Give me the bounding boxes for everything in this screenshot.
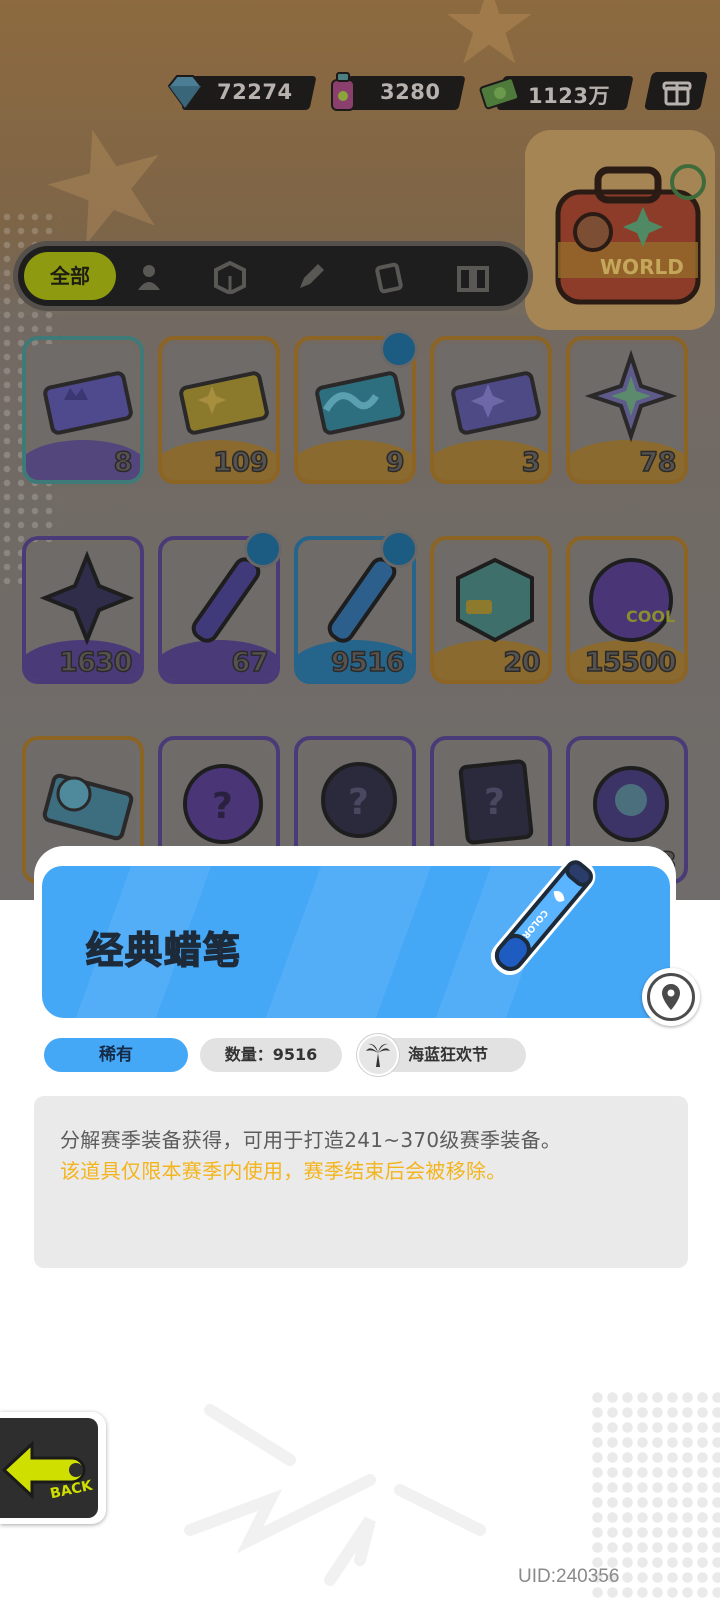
cash-icon	[479, 77, 520, 110]
currency-spray[interactable]: 3280	[322, 72, 472, 111]
item-cell[interactable]: 109	[158, 336, 280, 484]
item-count: 9	[385, 446, 405, 479]
item-count: 9516	[330, 646, 405, 679]
item-count: 8	[113, 446, 133, 479]
inventory-backdrop: ★ ★ 72274 3280 1123万 WORLD 全部 8 109 9 3 …	[0, 0, 720, 900]
spray-count: 3280	[380, 80, 441, 104]
fish-orb-icon	[593, 766, 669, 842]
palm-tree-icon	[366, 1043, 390, 1067]
item-count: 3	[521, 446, 541, 479]
tab-all[interactable]: 全部	[24, 252, 116, 300]
dark-star-icon	[40, 550, 134, 646]
svg-text:?: ?	[348, 782, 369, 823]
fish-ticket-icon	[42, 773, 134, 841]
locate-button[interactable]	[642, 968, 700, 1026]
item-cell[interactable]: 78	[566, 336, 688, 484]
card-icon[interactable]	[374, 260, 408, 294]
cube-icon	[456, 557, 534, 643]
cool-sphere-icon: COOL	[589, 558, 675, 642]
user-id: UID:240356	[518, 1566, 620, 1587]
svg-text:WORLD: WORLD	[600, 255, 684, 279]
diamond-count: 72274	[217, 80, 293, 104]
mystery-egg-icon: ?	[183, 764, 263, 844]
mystery-card-icon: ?	[458, 759, 534, 845]
item-count: 1630	[58, 646, 133, 679]
event-badge-icon-frame	[357, 1034, 399, 1076]
cash-count: 1123万	[528, 84, 610, 108]
event-tag-icon	[244, 530, 282, 568]
map-pin-icon	[662, 984, 680, 1010]
rarity-badge: 稀有	[44, 1038, 188, 1072]
event-tag-icon	[380, 530, 418, 568]
item-count: 109	[212, 446, 269, 479]
blue-crayon-icon: COLOR	[490, 857, 596, 976]
spray-can-icon	[331, 72, 355, 111]
person-icon[interactable]	[132, 260, 166, 294]
purple-ticket-icon	[43, 371, 133, 435]
gift-icon	[662, 81, 692, 106]
star-ticket-icon	[451, 371, 541, 435]
mystery-deity-icon: ?	[321, 762, 397, 838]
item-cell[interactable]: COOL 15500	[566, 536, 688, 684]
box-icon[interactable]	[213, 260, 247, 294]
item-count: 20	[503, 646, 542, 679]
diamond-icon	[167, 75, 203, 110]
item-cell[interactable]: 8	[22, 336, 144, 484]
gold-ticket-icon	[179, 371, 269, 435]
item-cell[interactable]: 20	[430, 536, 552, 684]
backpack-icon: WORLD	[555, 164, 706, 305]
svg-text:?: ?	[484, 782, 505, 823]
item-expiry-warning: 该道具仅限本赛季内使用，赛季结束后会被移除。	[60, 1159, 507, 1183]
back-button-face[interactable]: BACK	[0, 1418, 98, 1518]
book-icon[interactable]	[456, 260, 490, 294]
rainbow-star-icon	[584, 350, 678, 443]
svg-text:COOL: COOL	[626, 607, 675, 626]
item-title: 经典蜡笔	[85, 928, 242, 973]
item-cell[interactable]: 1630	[22, 536, 144, 684]
pen-icon[interactable]	[294, 260, 328, 294]
bg-star-decoration: ★	[440, 0, 539, 89]
item-count: 67	[231, 646, 270, 679]
quantity-badge: 数量：9516	[200, 1038, 342, 1072]
item-description: 分解赛季装备获得，可用于打造241~370级赛季装备。	[60, 1128, 562, 1152]
back-arrow-icon	[1, 1440, 86, 1500]
event-tag-icon	[380, 330, 418, 368]
item-count: 15500	[584, 646, 677, 679]
item-cell[interactable]: 3	[430, 336, 552, 484]
item-count: 78	[639, 446, 678, 479]
currency-diamonds[interactable]: 72274	[163, 72, 317, 110]
svg-text:?: ?	[212, 786, 233, 827]
currency-cash[interactable]: 1123万	[478, 72, 638, 110]
